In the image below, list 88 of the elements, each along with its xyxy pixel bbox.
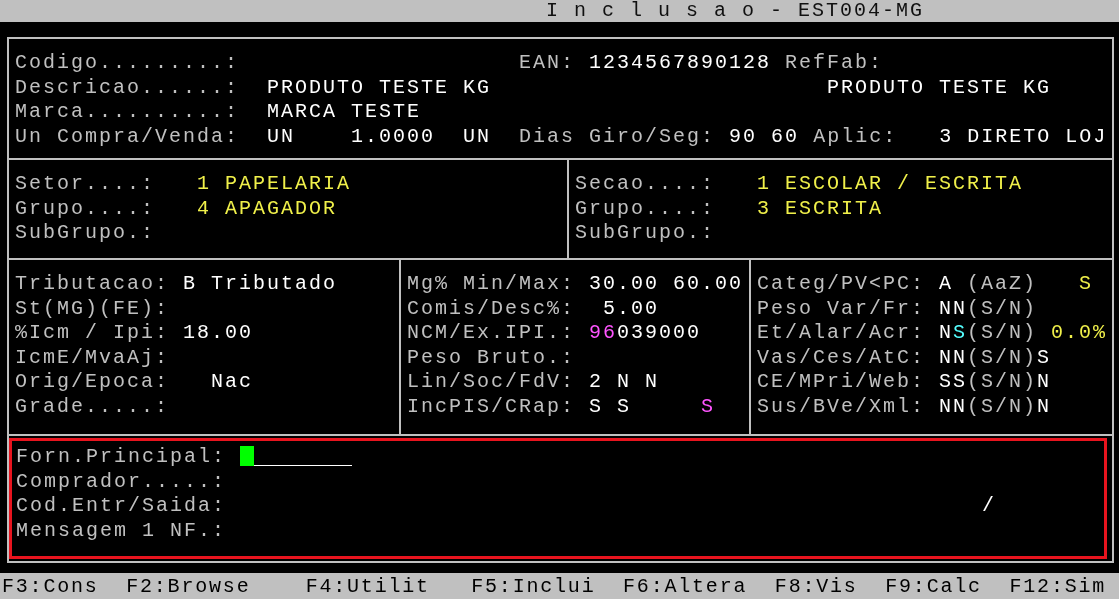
field-value: B Tributado	[183, 272, 338, 297]
field-value: PRODUTO TESTE KG	[267, 75, 492, 101]
field-label: Dias Giro/Seg:	[519, 124, 716, 150]
field-value: UN	[463, 124, 492, 150]
field-label: Un Compra/Venda:	[15, 124, 240, 150]
field-label: St(MG)(FE):	[15, 296, 170, 322]
field-value: 3 ESCRITA	[757, 196, 884, 222]
field-value: N	[939, 321, 954, 346]
field-label: Categ/PV<PC:	[757, 272, 926, 297]
field-value: 90 60	[729, 124, 800, 150]
field-label: RefFab:	[785, 51, 884, 76]
field-value: Nac	[211, 370, 254, 395]
field-label: Aplic:	[813, 124, 898, 150]
field-value: S	[1037, 345, 1052, 371]
function-key[interactable]: F4:Utilit	[305, 573, 430, 599]
field-label: (S/N)	[967, 296, 1038, 322]
field-label: Mensagem 1 NF.:	[16, 518, 227, 544]
field-label: Secao....:	[575, 172, 716, 197]
field-label: Tributacao:	[15, 272, 170, 297]
field-label: (S/N)	[967, 370, 1038, 395]
field-value: 1 PAPELARIA	[197, 172, 352, 197]
field-label: Grade.....:	[15, 394, 170, 420]
field-value: NN	[939, 394, 968, 420]
field-label: Forn.Principal:	[16, 445, 227, 470]
field-value: 039000	[617, 321, 702, 346]
field-value: NN	[939, 296, 968, 322]
field-label: (S/N)	[967, 345, 1038, 371]
field-label: Comprador.....:	[16, 469, 227, 495]
field-label: IncPIS/CRap:	[407, 394, 576, 420]
field-label: SubGrupo.:	[15, 221, 156, 246]
field-value: 4 APAGADOR	[197, 196, 338, 222]
function-key[interactable]: F6:Altera	[623, 573, 748, 599]
field-label: NCM/Ex.IPI.:	[407, 321, 576, 346]
field-label: Orig/Epoca:	[15, 370, 170, 395]
field-label: Setor....:	[15, 172, 156, 197]
field-label: (S/N)	[967, 321, 1038, 346]
field-label: Lin/Soc/FdV:	[407, 370, 576, 395]
field-label: (S/N)	[967, 394, 1038, 420]
field-value: SS	[939, 370, 968, 395]
field-label: Vas/Ces/AtC:	[757, 345, 926, 371]
function-key[interactable]: F8:Vis	[774, 573, 858, 599]
function-key[interactable]: F9:Calc	[885, 573, 982, 599]
field-value: S S	[589, 394, 632, 420]
input-field[interactable]	[240, 445, 353, 466]
field-label: CE/MPri/Web:	[757, 370, 926, 395]
field-label: Sus/BVe/Xml:	[757, 394, 926, 420]
field-label: Et/Alar/Acr:	[757, 321, 926, 346]
field-value: 1 ESCOLAR / ESCRITA	[757, 172, 1024, 197]
screen-title: I n c l u s a o - EST004-MG	[546, 0, 925, 22]
field-label: EAN:	[519, 51, 576, 76]
field-value: 18.00	[183, 321, 254, 346]
field-value: UN	[267, 124, 296, 150]
function-key[interactable]: F12:Sim	[1009, 573, 1107, 599]
field-value: 2 N N	[589, 370, 660, 395]
field-value: S	[953, 321, 968, 346]
field-label: Cod.Entr/Saida:	[16, 494, 227, 519]
field-label: Grupo....:	[575, 196, 716, 222]
field-label: Peso Bruto.:	[407, 345, 576, 371]
field-value: N	[1037, 394, 1052, 420]
field-value: MARCA TESTE	[267, 100, 422, 125]
field-value: S	[701, 394, 716, 420]
field-value: 30.00 60.00	[589, 272, 744, 297]
field-label: (AaZ)	[967, 272, 1038, 297]
function-key[interactable]: F3:Cons	[2, 573, 99, 599]
field-label: Peso Var/Fr:	[757, 296, 926, 322]
field-value: S	[1079, 272, 1094, 297]
function-key[interactable]: F2:Browse	[126, 573, 251, 599]
field-label: %Icm / Ipi:	[15, 321, 170, 346]
field-value: NN	[939, 345, 968, 371]
field-value: 0.0%	[1051, 321, 1108, 346]
field-label: Grupo....:	[15, 196, 156, 222]
field-label: SubGrupo.:	[575, 221, 716, 246]
field-value: N	[1037, 370, 1052, 395]
function-key[interactable]: F5:Inclui	[471, 573, 596, 599]
field-value: 5.00	[603, 296, 660, 322]
field-value: 1234567890128	[589, 51, 772, 76]
field-value: A	[939, 272, 954, 297]
field-label: Mg% Min/Max:	[407, 272, 576, 297]
field-value: 1.0000	[351, 124, 436, 150]
field-label: Marca..........:	[15, 100, 240, 125]
field-value: 3 DIRETO LOJ	[939, 124, 1108, 150]
field-label: Descricao......:	[15, 75, 240, 101]
field-value: /	[982, 494, 997, 519]
field-value: 96	[589, 321, 618, 346]
field-label: Codigo.........:	[15, 51, 240, 76]
field-label: IcmE/MvaAj:	[15, 345, 170, 371]
field-value: PRODUTO TESTE KG	[827, 75, 1052, 101]
field-label: Comis/Desc%:	[407, 296, 576, 322]
